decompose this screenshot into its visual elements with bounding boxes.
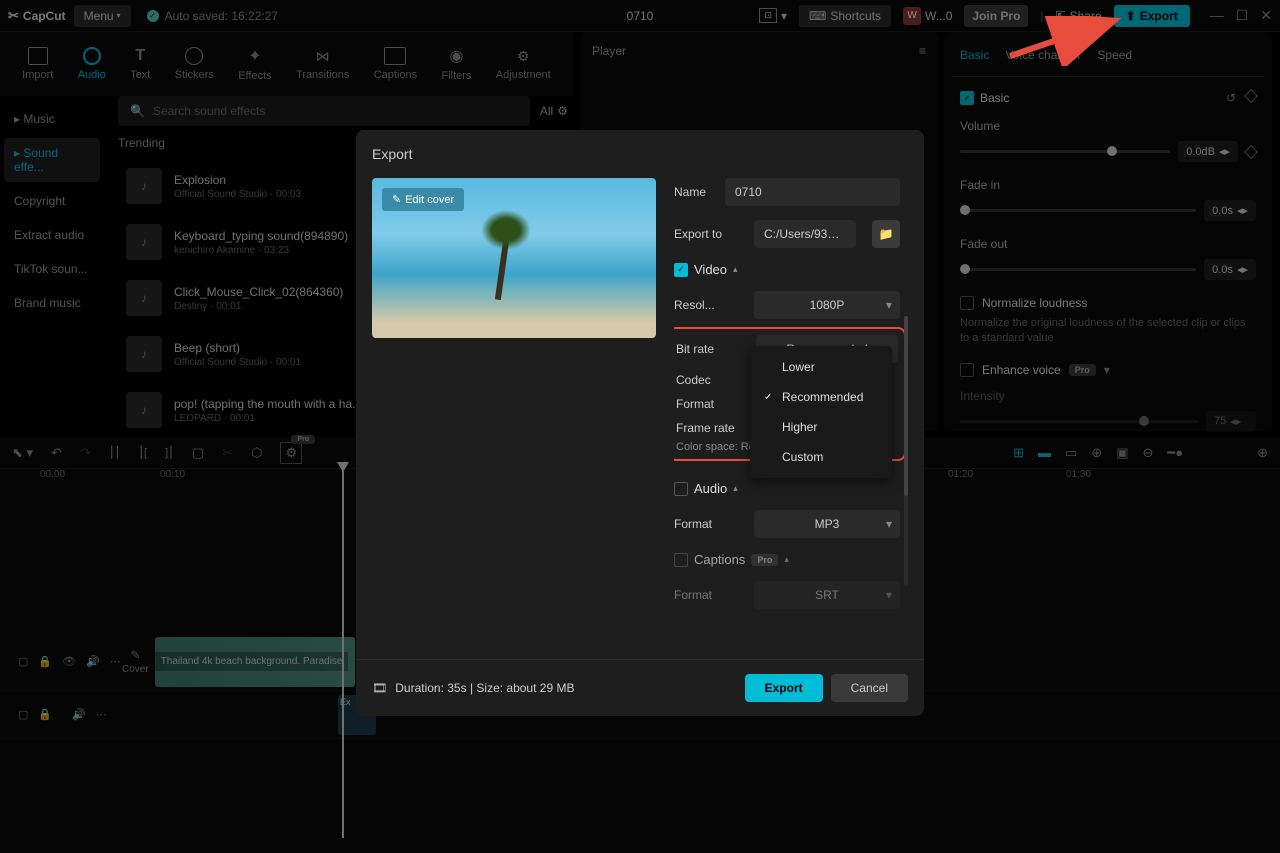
exportto-path: C:/Users/93444/OneD... (754, 220, 856, 248)
bitrate-dropdown: Lower ✓Recommended Higher Custom (750, 346, 892, 478)
captions-section-label: Captions (694, 552, 745, 567)
dropdown-custom[interactable]: Custom (750, 442, 892, 472)
dropdown-lower[interactable]: Lower (750, 352, 892, 382)
audio-format-label: Format (674, 517, 742, 531)
captions-format-select: SRT▾ (754, 581, 900, 609)
captions-format-label: Format (674, 588, 742, 602)
dropdown-recommended[interactable]: ✓Recommended (750, 382, 892, 412)
footer-info: Duration: 35s | Size: about 29 MB (395, 681, 574, 695)
modal-title: Export (356, 130, 924, 178)
modal-export-button[interactable]: Export (745, 674, 823, 702)
name-input[interactable] (725, 178, 900, 206)
dropdown-higher[interactable]: Higher (750, 412, 892, 442)
folder-button[interactable]: 📁 (872, 220, 900, 248)
modal-scrollbar[interactable] (904, 316, 908, 586)
resolution-select[interactable]: 1080P▾ (754, 291, 900, 319)
film-icon: 🎞 (372, 681, 387, 695)
format-label: Format (676, 397, 744, 411)
framerate-label: Frame rate (676, 421, 756, 435)
audio-section-label: Audio (694, 481, 727, 496)
export-modal: Export ✎ Edit cover Name Export to C:/Us… (356, 130, 924, 716)
modal-cancel-button[interactable]: Cancel (831, 674, 908, 702)
captions-checkbox[interactable] (674, 553, 688, 567)
codec-label: Codec (676, 373, 744, 387)
name-label: Name (674, 185, 713, 199)
audio-format-select[interactable]: MP3▾ (754, 510, 900, 538)
cover-preview: ✎ Edit cover (372, 178, 656, 338)
exportto-label: Export to (674, 227, 742, 241)
audio-checkbox[interactable] (674, 482, 688, 496)
bitrate-label: Bit rate (676, 342, 744, 356)
edit-cover-button[interactable]: ✎ Edit cover (382, 188, 464, 211)
resolution-label: Resol... (674, 298, 742, 312)
video-section-label: Video (694, 262, 727, 277)
